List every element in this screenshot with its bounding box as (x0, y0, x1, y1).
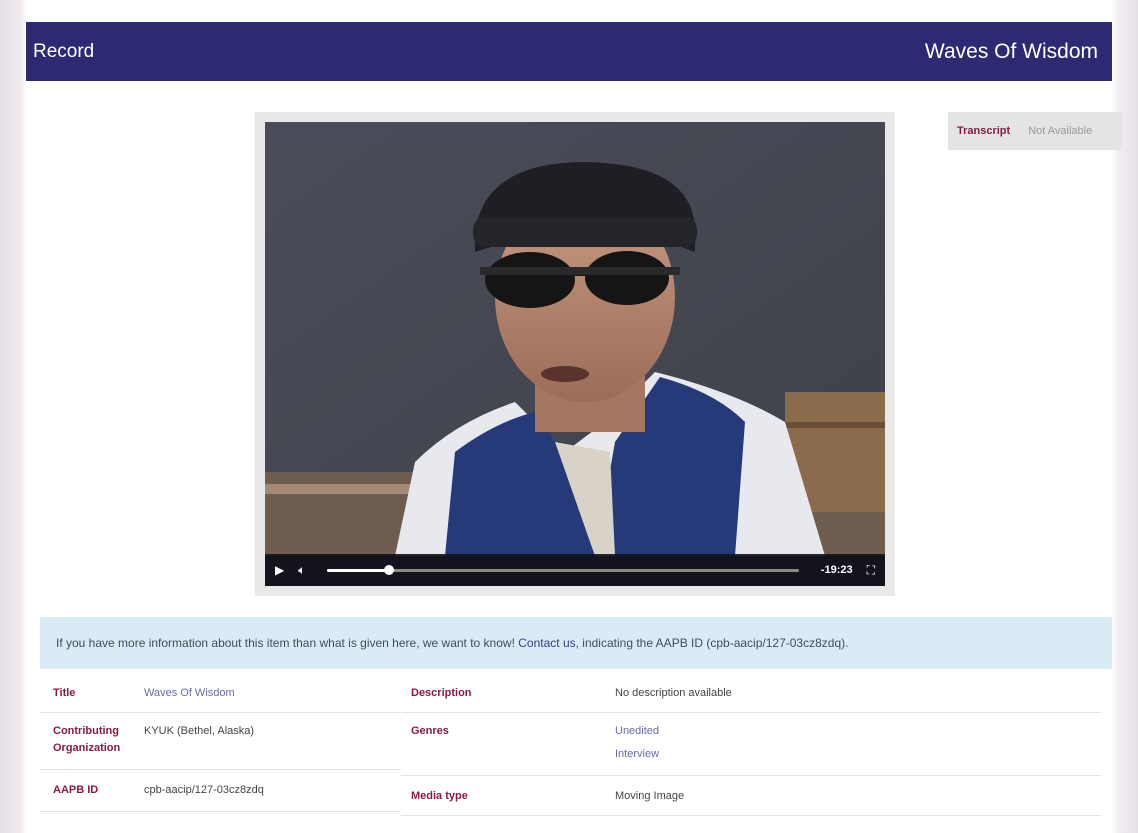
contact-us-link[interactable]: Contact us (518, 636, 575, 650)
play-icon[interactable]: ▶ (275, 564, 284, 576)
player-controls: ▶ 🔈︎ -19:23 ⛶ (265, 554, 885, 586)
page-title: Record (33, 40, 95, 62)
transcript-box: Transcript Not Available (948, 112, 1122, 150)
description-value: No description available (615, 687, 732, 699)
video-player-frame: ▶ 🔈︎ -19:23 ⛶ (255, 112, 895, 596)
genres-values: Unedited Interview (615, 723, 1101, 763)
record-title: Waves Of Wisdom (924, 39, 1098, 63)
description-label: Description (411, 687, 472, 699)
genre-link[interactable]: Unedited (615, 723, 1101, 740)
organization-label: Contributing Organization (53, 725, 121, 754)
time-remaining: -19:23 (820, 564, 853, 576)
media-type-value: Moving Image (615, 790, 685, 802)
video-player[interactable]: ▶ 🔈︎ -19:23 ⛶ (265, 122, 885, 586)
metadata-row-media-type: Media type Moving Image (401, 776, 1101, 816)
video-frame-image (265, 122, 885, 556)
aapb-id-value: cpb-aacip/127-03cz8zdq (144, 784, 264, 796)
metadata-row-genres: Genres Unedited Interview (401, 713, 1101, 776)
genre-link[interactable]: Interview (615, 746, 1101, 763)
media-type-label: Media type (411, 790, 468, 802)
progress-fill (327, 568, 389, 572)
metadata-row-aapb-id: AAPB ID cpb-aacip/127-03cz8zdq (40, 770, 400, 812)
progress-scrubber[interactable] (383, 564, 394, 575)
transcript-status: Not Available (1028, 125, 1093, 137)
metadata-table-right: Description No description available Gen… (401, 677, 1101, 816)
info-alert: If you have more information about this … (40, 617, 1112, 669)
fullscreen-icon[interactable]: ⛶ (867, 564, 875, 576)
organization-value: KYUK (Bethel, Alaska) (144, 725, 255, 737)
record-page: Record Waves Of Wisdom ▶ 🔈︎ -19:23 ⛶ Tra… (26, 0, 1122, 833)
title-label: Title (53, 687, 76, 699)
alert-text-after: , indicating the AAPB ID (cpb-aacip/127-… (575, 636, 849, 650)
alert-text-before: If you have more information about this … (56, 636, 515, 650)
metadata-row-description: Description No description available (401, 677, 1101, 713)
aapb-id-label: AAPB ID (53, 784, 99, 796)
transcript-label[interactable]: Transcript (957, 125, 1010, 137)
record-header-bar: Record Waves Of Wisdom (26, 22, 1112, 81)
metadata-row-organization: Contributing Organization KYUK (Bethel, … (40, 713, 400, 770)
title-value-link[interactable]: Waves Of Wisdom (144, 685, 400, 702)
genres-label: Genres (411, 725, 449, 737)
progress-bar[interactable] (327, 564, 799, 575)
metadata-table-left: Title Waves Of Wisdom Contributing Organ… (40, 677, 400, 812)
volume-icon[interactable]: 🔈︎ (298, 564, 305, 576)
metadata-row-title: Title Waves Of Wisdom (40, 677, 400, 713)
